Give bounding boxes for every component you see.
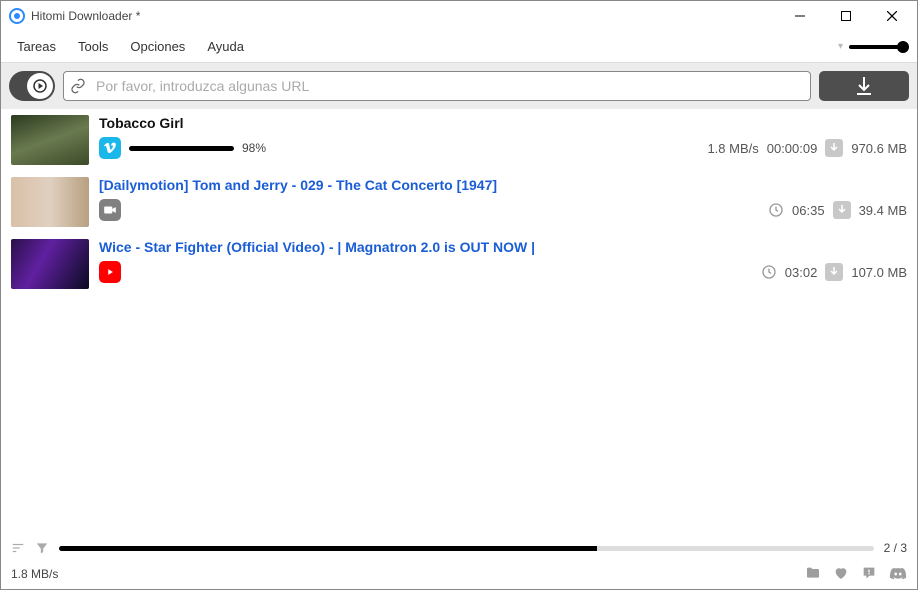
vimeo-icon [99,137,121,159]
url-input[interactable] [92,72,804,100]
clock-icon [761,264,777,280]
video-icon [99,199,121,221]
download-size: 39.4 MB [859,203,907,218]
menu-tools[interactable]: Tools [68,35,118,58]
heart-icon[interactable] [833,565,849,583]
progress-percent: 98% [242,141,266,155]
download-duration: 06:35 [792,203,825,218]
download-count: 2 / 3 [884,541,907,555]
speed-slider[interactable] [849,45,905,49]
download-size: 107.0 MB [851,265,907,280]
url-field[interactable] [63,71,811,101]
maximize-button[interactable] [823,1,869,31]
close-button[interactable] [869,1,915,31]
app-title: Hitomi Downloader * [31,9,777,23]
download-size: 970.6 MB [851,141,907,156]
minimize-button[interactable] [777,1,823,31]
download-button[interactable] [819,71,909,101]
overall-progress-bar: 2 / 3 [1,535,917,561]
feedback-icon[interactable] [861,565,877,583]
download-list: Tobacco Girl 98% 1.8 MB/s 00:00:09 970.6… [1,109,917,535]
download-eta: 00:00:09 [767,141,818,156]
thumbnail [11,177,89,227]
thumbnail [11,115,89,165]
sort-icon[interactable] [11,541,25,555]
download-title: Tobacco Girl [99,115,907,131]
download-arrow-icon [825,263,843,281]
menu-ayuda[interactable]: Ayuda [197,35,254,58]
status-bar: 1.8 MB/s [1,561,917,589]
download-row[interactable]: Wice - Star Fighter (Official Video) - |… [1,233,917,295]
clock-icon [768,202,784,218]
thumbnail [11,239,89,289]
status-speed: 1.8 MB/s [11,567,58,581]
url-bar [1,63,917,109]
discord-icon[interactable] [889,565,907,583]
app-icon [9,8,25,24]
youtube-icon [99,261,121,283]
filter-icon[interactable] [35,541,49,555]
download-title[interactable]: [Dailymotion] Tom and Jerry - 029 - The … [99,177,907,193]
link-icon [70,78,92,94]
menu-opciones[interactable]: Opciones [120,35,195,58]
folder-icon[interactable] [805,565,821,583]
download-duration: 03:02 [785,265,818,280]
title-bar: Hitomi Downloader * [1,1,917,31]
download-speed: 1.8 MB/s [707,141,758,156]
playlist-toggle[interactable] [9,71,55,101]
progress-bar [129,146,234,151]
menu-dropdown-icon[interactable]: ▾ [838,41,843,52]
download-arrow-icon [833,201,851,219]
play-icon [27,73,53,99]
download-arrow-icon [825,139,843,157]
download-row[interactable]: [Dailymotion] Tom and Jerry - 029 - The … [1,171,917,233]
overall-progress[interactable] [59,546,874,551]
menu-bar: Tareas Tools Opciones Ayuda ▾ [1,31,917,63]
download-row[interactable]: Tobacco Girl 98% 1.8 MB/s 00:00:09 970.6… [1,109,917,171]
menu-tareas[interactable]: Tareas [7,35,66,58]
download-title[interactable]: Wice - Star Fighter (Official Video) - |… [99,239,907,255]
